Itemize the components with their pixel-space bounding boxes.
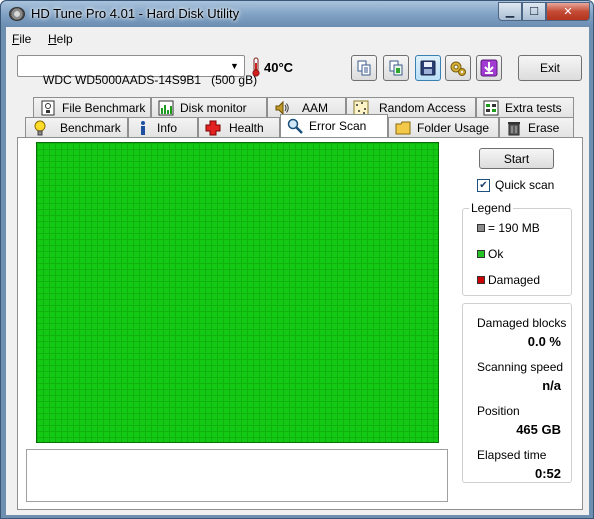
tab-label: Erase [528,120,560,135]
bulb-icon [34,120,46,135]
save-icon [420,60,436,76]
health-cross-icon [205,120,221,135]
damaged-swatch [477,276,485,284]
tab-extra-tests[interactable]: Extra tests [476,97,574,117]
damaged-blocks-value: 0.0 % [527,334,561,349]
copy-info-button[interactable] [351,55,377,81]
start-button[interactable]: Start [479,148,554,169]
tab-health[interactable]: Health [198,117,280,137]
tab-label: Folder Usage [417,120,490,135]
tab-benchmark[interactable]: Benchmark [25,117,128,137]
tab-label: Benchmark [60,120,121,135]
tab-label: AAM [302,100,329,115]
temperature-readout: 40°C [264,60,294,75]
file-benchmark-icon [41,100,55,115]
error-scan-panel: Start ✔ Quick scan Legend = 190 MB Ok Da… [17,137,583,510]
quick-scan-checkbox[interactable]: ✔ [477,178,490,192]
legend-damaged: Damaged [477,273,540,287]
tab-disk-monitor[interactable]: Disk monitor [151,97,267,117]
tab-label: Disk monitor [180,100,247,115]
menu-help-accel: H [48,32,57,46]
title-bar[interactable]: HD Tune Pro 4.01 - Hard Disk Utility ▁ ☐… [1,1,593,27]
maximize-icon: ☐ [529,5,539,18]
scan-log-box[interactable] [26,449,448,502]
ok-blocks-fill [37,143,438,442]
drive-select-value: WDC WD5000AADS-14S9B1 (500 gB) [43,73,258,87]
tab-erase[interactable]: Erase [499,117,574,137]
window-title: HD Tune Pro 4.01 - Hard Disk Utility [31,6,240,21]
menu-file-label: ile [19,32,32,46]
menu-help[interactable]: Help [48,32,73,46]
close-button[interactable]: ✕ [546,2,590,21]
legend-ok-label: Ok [488,247,504,261]
copy-icon [357,60,371,76]
tab-file-benchmark[interactable]: File Benchmark [33,97,151,117]
tab-label: Random Access [379,100,466,115]
disk-monitor-icon [158,100,174,115]
menu-bar: File Help [6,29,589,49]
quick-scan-option[interactable]: ✔ Quick scan [477,178,554,192]
drive-select[interactable]: WDC WD5000AADS-14S9B1 (500 gB) ▼ [17,55,257,87]
elapsed-time-value: 0:52 [534,466,561,481]
options-icon [450,61,466,76]
tab-label: Error Scan [309,119,367,133]
legend-damaged-label: Damaged [488,273,541,287]
quick-scan-label: Quick scan [495,178,555,192]
thermometer-icon [252,57,260,77]
position-value: 465 GB [516,422,561,437]
legend-block-size: = 190 MB [477,221,540,235]
copy-screenshot-icon [389,60,403,76]
tab-label: Extra tests [505,100,562,115]
scanning-speed-label: Scanning speed [477,360,564,374]
minimize-icon: ▁ [505,5,515,18]
position-label: Position [477,404,520,418]
legend-group: Legend = 190 MB Ok Damaged [462,201,572,296]
close-icon: ✕ [563,5,573,18]
folder-icon [395,121,411,134]
extra-tests-icon [483,100,499,115]
tab-info[interactable]: Info [128,117,198,137]
tab-label: File Benchmark [62,100,146,115]
copy-screenshot-button[interactable] [383,55,409,81]
save-button[interactable] [415,55,441,81]
legend-title: Legend [469,201,514,215]
client-area: File Help WDC WD5000AADS-14S9B1 (500 gB)… [6,27,589,515]
block-swatch [477,224,485,232]
update-button[interactable] [476,55,502,81]
hdtune-app-icon[interactable] [9,7,25,21]
options-button[interactable] [445,55,471,81]
tab-label: Info [157,120,178,135]
magnifier-icon [287,118,303,134]
maximize-button[interactable]: ☐ [522,2,546,21]
download-icon [480,59,498,77]
elapsed-time-label: Elapsed time [477,448,547,462]
legend-block-size-label: = 190 MB [488,221,540,235]
tab-error-scan[interactable]: Error Scan [280,114,388,137]
app-window: HD Tune Pro 4.01 - Hard Disk Utility ▁ ☐… [0,0,594,519]
tab-label: Health [229,120,264,135]
damaged-blocks-label: Damaged blocks [477,316,567,330]
ok-swatch [477,250,485,258]
info-icon [141,120,145,135]
menu-help-label: elp [56,32,73,46]
tab-folder-usage[interactable]: Folder Usage [388,117,499,137]
scan-block-grid [36,142,439,443]
minimize-button[interactable]: ▁ [498,2,522,21]
scan-stats-group: Damaged blocks 0.0 % Scanning speed n/a … [462,303,572,483]
trash-icon [508,121,520,135]
scanning-speed-value: n/a [542,378,561,393]
menu-file[interactable]: File [12,32,31,46]
chevron-down-icon[interactable]: ▼ [226,57,243,75]
exit-button[interactable]: Exit [518,55,582,81]
legend-ok: Ok [477,247,503,261]
